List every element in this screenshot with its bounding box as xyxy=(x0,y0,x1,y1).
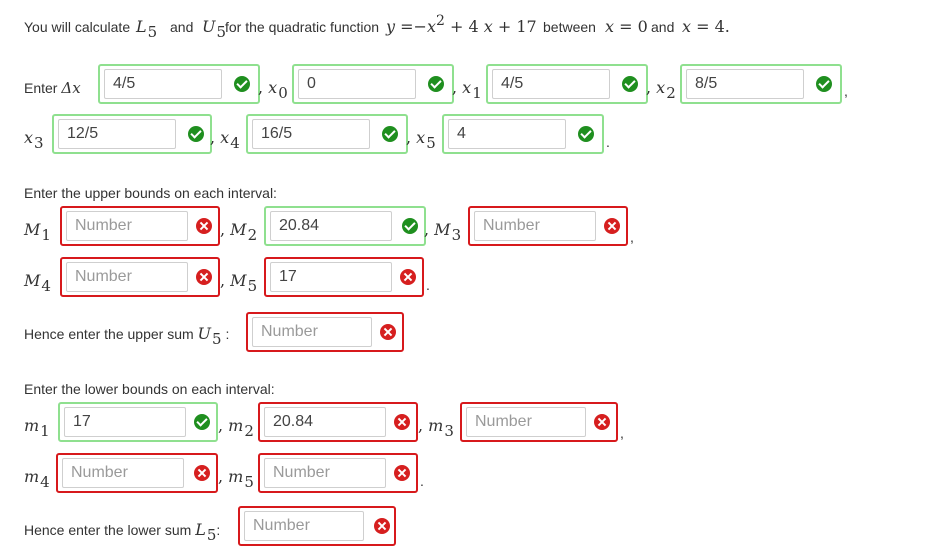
L5-input[interactable] xyxy=(244,511,364,541)
upper-sum-label-text: Hence enter the upper sum xyxy=(24,326,194,342)
x0-answer-box xyxy=(292,64,454,104)
incorrect-x-icon xyxy=(400,269,416,285)
M2-input[interactable] xyxy=(270,211,392,241)
x3-label: x3 xyxy=(24,128,44,152)
U5-answer-box xyxy=(246,312,404,352)
U5-input[interactable] xyxy=(252,317,372,347)
m4-answer-box xyxy=(56,453,218,493)
correct-check-icon xyxy=(402,218,418,234)
incorrect-x-icon xyxy=(394,414,410,430)
incorrect-x-icon xyxy=(196,218,212,234)
incorrect-x-icon xyxy=(380,324,396,340)
x5-answer-box xyxy=(442,114,604,154)
x2-label: , x2 xyxy=(646,78,676,102)
intro-between: between xyxy=(543,19,596,35)
x5-input[interactable] xyxy=(448,119,566,149)
x3-input[interactable] xyxy=(58,119,176,149)
upper-sum-label: Hence enter the upper sum U5 : xyxy=(24,324,230,348)
m1-input[interactable] xyxy=(64,407,186,437)
m1-answer-box xyxy=(58,402,218,442)
dx-label: Enter Δx xyxy=(24,79,81,97)
incorrect-x-icon xyxy=(394,465,410,481)
m3-input[interactable] xyxy=(466,407,586,437)
M4-label: M4 xyxy=(24,271,51,295)
x4-input[interactable] xyxy=(252,119,370,149)
incorrect-x-icon xyxy=(594,414,610,430)
M5-input[interactable] xyxy=(270,262,392,292)
x2-input[interactable] xyxy=(686,69,804,99)
intro-prefix: You will calculate xyxy=(24,19,131,35)
separator-comma: , xyxy=(620,425,624,441)
upper-heading: Enter the upper bounds on each interval: xyxy=(24,185,277,201)
math-L5: L5 xyxy=(136,17,158,41)
m2-input[interactable] xyxy=(264,407,386,437)
correct-check-icon xyxy=(816,76,832,92)
intro-for: for the quadratic function xyxy=(225,19,380,35)
M2-label: , M2 xyxy=(220,220,258,244)
M3-label: , M3 xyxy=(424,220,462,244)
M4-answer-box xyxy=(60,257,220,297)
correct-check-icon xyxy=(578,126,594,142)
M4-input[interactable] xyxy=(66,262,188,292)
correct-check-icon xyxy=(194,414,210,430)
x4-label: , x4 xyxy=(210,128,240,152)
separator-comma: , xyxy=(630,229,634,245)
dx-label-text: Enter xyxy=(24,80,58,96)
M2-answer-box xyxy=(264,206,426,246)
correct-check-icon xyxy=(234,76,250,92)
lower-sum-label: Hence enter the lower sum L5: xyxy=(24,520,221,544)
separator-period: . xyxy=(426,277,430,293)
incorrect-x-icon xyxy=(604,218,620,234)
correct-check-icon xyxy=(188,126,204,142)
separator-comma: , xyxy=(844,83,848,99)
M1-label: M1 xyxy=(24,220,51,244)
M1-input[interactable] xyxy=(66,211,188,241)
math-x-end: x = 4. xyxy=(682,17,730,36)
m3-label: , m3 xyxy=(418,416,454,440)
x1-input[interactable] xyxy=(492,69,610,99)
math-x-start: x = 0 xyxy=(605,17,648,36)
correct-check-icon xyxy=(622,76,638,92)
m5-label: , m5 xyxy=(218,467,254,491)
x0-input[interactable] xyxy=(298,69,416,99)
separator-period: . xyxy=(420,473,424,489)
x2-answer-box xyxy=(680,64,842,104)
x4-answer-box xyxy=(246,114,408,154)
math-function: y =−x2 + 4 x + 17 xyxy=(386,13,537,36)
M3-input[interactable] xyxy=(474,211,596,241)
correct-check-icon xyxy=(382,126,398,142)
m5-answer-box xyxy=(258,453,418,493)
M1-answer-box xyxy=(60,206,220,246)
lower-heading: Enter the lower bounds on each interval: xyxy=(24,381,275,397)
incorrect-x-icon xyxy=(374,518,390,534)
lower-sum-label-text: Hence enter the lower sum xyxy=(24,522,192,538)
L5-answer-box xyxy=(238,506,396,546)
m5-input[interactable] xyxy=(264,458,386,488)
dx-input[interactable] xyxy=(104,69,222,99)
intro-and: and xyxy=(170,19,194,35)
m1-label: m1 xyxy=(24,416,50,440)
correct-check-icon xyxy=(428,76,444,92)
dx-answer-box xyxy=(98,64,260,104)
m2-label: , m2 xyxy=(218,416,254,440)
M5-label: , M5 xyxy=(220,271,258,295)
m4-input[interactable] xyxy=(62,458,184,488)
x1-label: , x1 xyxy=(452,78,482,102)
M5-answer-box xyxy=(264,257,424,297)
m3-answer-box xyxy=(460,402,618,442)
m2-answer-box xyxy=(258,402,418,442)
math-U5: U5 xyxy=(202,17,227,41)
incorrect-x-icon xyxy=(196,269,212,285)
x1-answer-box xyxy=(486,64,648,104)
incorrect-x-icon xyxy=(194,465,210,481)
m4-label: m4 xyxy=(24,467,50,491)
x3-answer-box xyxy=(52,114,212,154)
x0-label: , x0 xyxy=(258,78,288,102)
x5-label: , x5 xyxy=(406,128,436,152)
intro-and2: and xyxy=(651,19,675,35)
separator-period: . xyxy=(606,134,610,150)
M3-answer-box xyxy=(468,206,628,246)
